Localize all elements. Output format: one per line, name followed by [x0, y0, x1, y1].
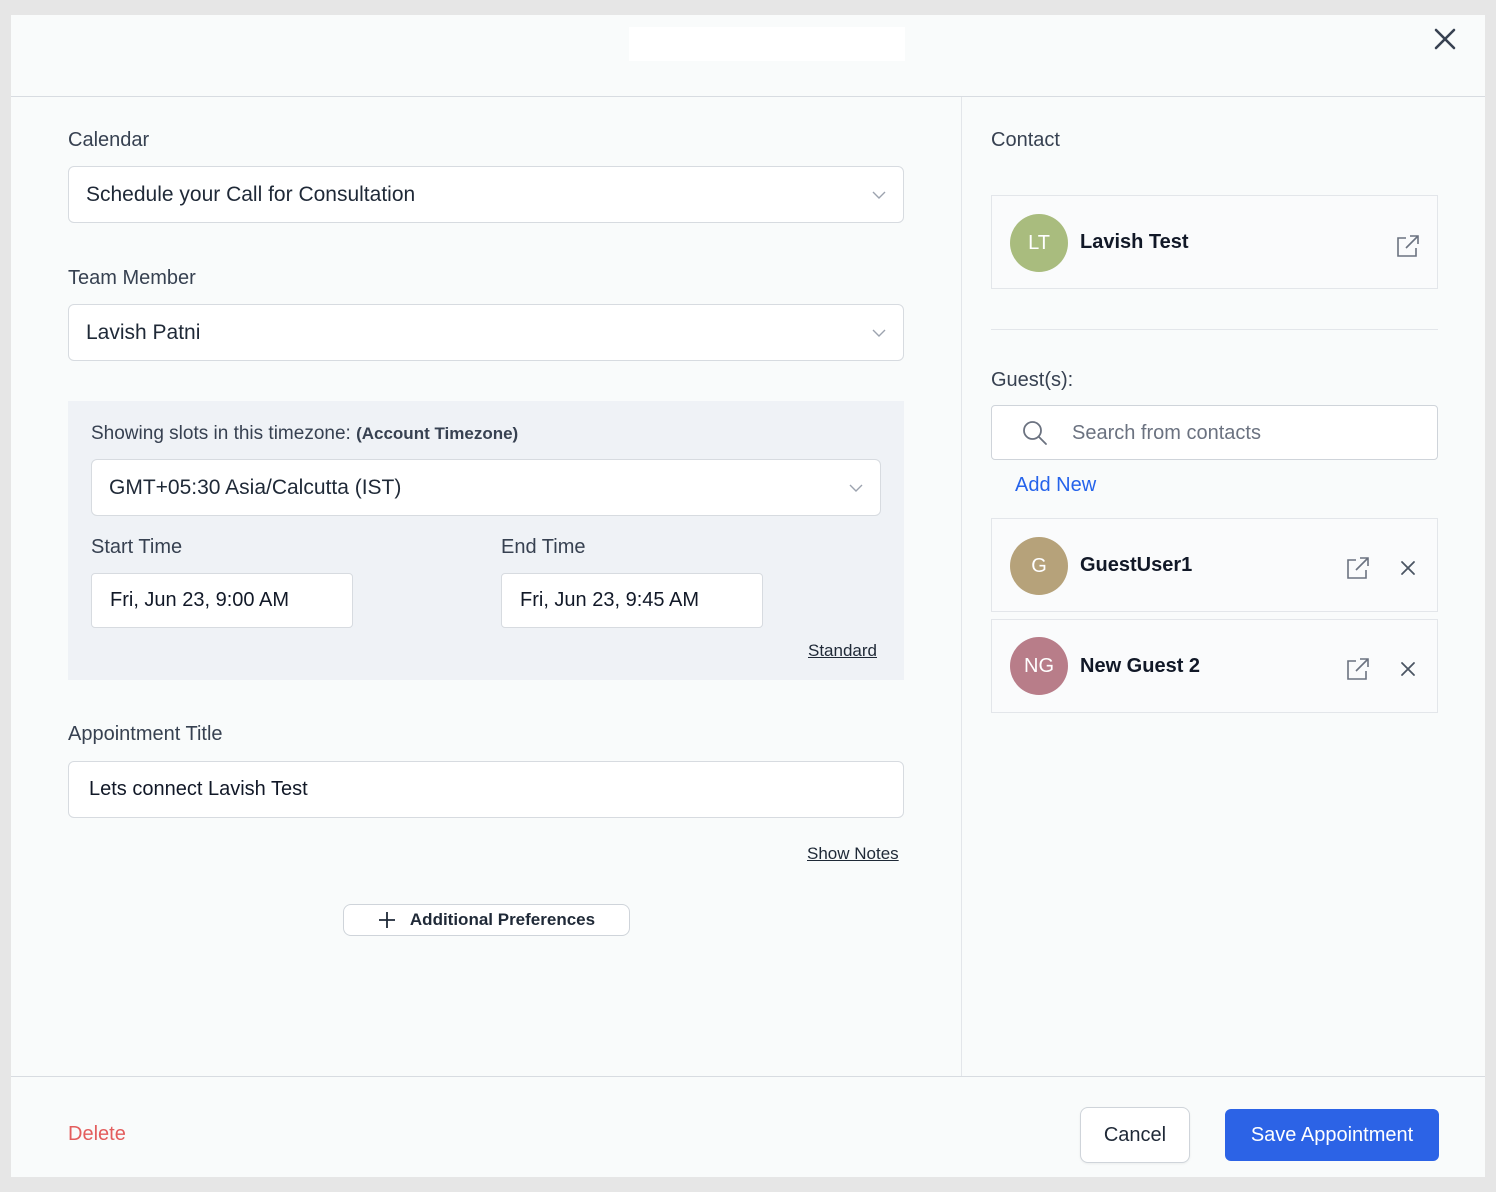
guest-name: GuestUser1: [1080, 554, 1193, 576]
appointment-modal: Calendar Schedule your Call for Consulta…: [11, 15, 1485, 1177]
guest-search-input[interactable]: [991, 405, 1438, 460]
close-icon[interactable]: [1429, 23, 1461, 55]
guest-card: G GuestUser1: [991, 518, 1438, 612]
external-link-icon[interactable]: [1345, 555, 1371, 581]
timezone-label-text: Showing slots in this timezone:: [91, 423, 351, 444]
additional-preferences-button[interactable]: Additional Preferences: [343, 904, 630, 936]
timezone-panel: Showing slots in this timezone: (Account…: [68, 401, 904, 680]
avatar: G: [1010, 537, 1068, 595]
timezone-label: Showing slots in this timezone: (Account…: [91, 423, 518, 445]
chevron-down-icon: [849, 484, 863, 492]
team-member-select[interactable]: Lavish Patni: [68, 304, 904, 361]
delete-button[interactable]: Delete: [68, 1123, 126, 1146]
standard-link[interactable]: Standard: [808, 641, 877, 661]
end-time-input[interactable]: Fri, Jun 23, 9:45 AM: [501, 573, 763, 628]
team-member-select-value: Lavish Patni: [86, 320, 201, 344]
header-title-area: [629, 27, 905, 61]
chevron-down-icon: [872, 191, 886, 199]
save-appointment-button[interactable]: Save Appointment: [1225, 1109, 1439, 1161]
contact-label: Contact: [991, 129, 1060, 151]
modal-header: [11, 15, 1485, 97]
avatar: LT: [1010, 214, 1068, 272]
section-divider: [991, 329, 1438, 330]
appointment-title-label: Appointment Title: [68, 723, 223, 745]
start-time-value: Fri, Jun 23, 9:00 AM: [110, 589, 289, 611]
end-time-value: Fri, Jun 23, 9:45 AM: [520, 589, 699, 611]
contact-card: LT Lavish Test: [991, 195, 1438, 289]
chevron-down-icon: [872, 329, 886, 337]
timezone-select-value: GMT+05:30 Asia/Calcutta (IST): [109, 475, 402, 499]
external-link-icon[interactable]: [1345, 656, 1371, 682]
remove-guest-icon[interactable]: [1400, 661, 1416, 677]
search-icon: [1023, 421, 1047, 445]
start-time-input[interactable]: Fri, Jun 23, 9:00 AM: [91, 573, 353, 628]
remove-guest-icon[interactable]: [1400, 560, 1416, 576]
guests-label: Guest(s):: [991, 369, 1074, 391]
cancel-button[interactable]: Cancel: [1080, 1107, 1190, 1163]
contact-name: Lavish Test: [1080, 231, 1189, 253]
plus-icon: [378, 912, 395, 928]
add-new-guest-link[interactable]: Add New: [1015, 474, 1096, 497]
timezone-select[interactable]: GMT+05:30 Asia/Calcutta (IST): [91, 459, 881, 516]
calendar-select-value: Schedule your Call for Consultation: [86, 182, 416, 206]
start-time-label: Start Time: [91, 536, 183, 558]
timezone-label-bold: (Account Timezone): [356, 424, 519, 443]
avatar: NG: [1010, 637, 1068, 695]
end-time-label: End Time: [501, 536, 586, 558]
team-member-label: Team Member: [68, 267, 196, 289]
additional-preferences-label: Additional Preferences: [409, 910, 596, 929]
appointment-title-value: Lets connect Lavish Test: [89, 778, 308, 800]
guest-card: NG New Guest 2: [991, 619, 1438, 713]
column-divider: [961, 97, 962, 1077]
appointment-title-input[interactable]: Lets connect Lavish Test: [68, 761, 904, 818]
calendar-select[interactable]: Schedule your Call for Consultation: [68, 166, 904, 223]
guest-name: New Guest 2: [1080, 655, 1201, 677]
external-link-icon[interactable]: [1395, 233, 1421, 259]
calendar-label: Calendar: [68, 129, 150, 151]
show-notes-link[interactable]: Show Notes: [807, 844, 899, 864]
guest-search-field[interactable]: [1072, 418, 1412, 448]
